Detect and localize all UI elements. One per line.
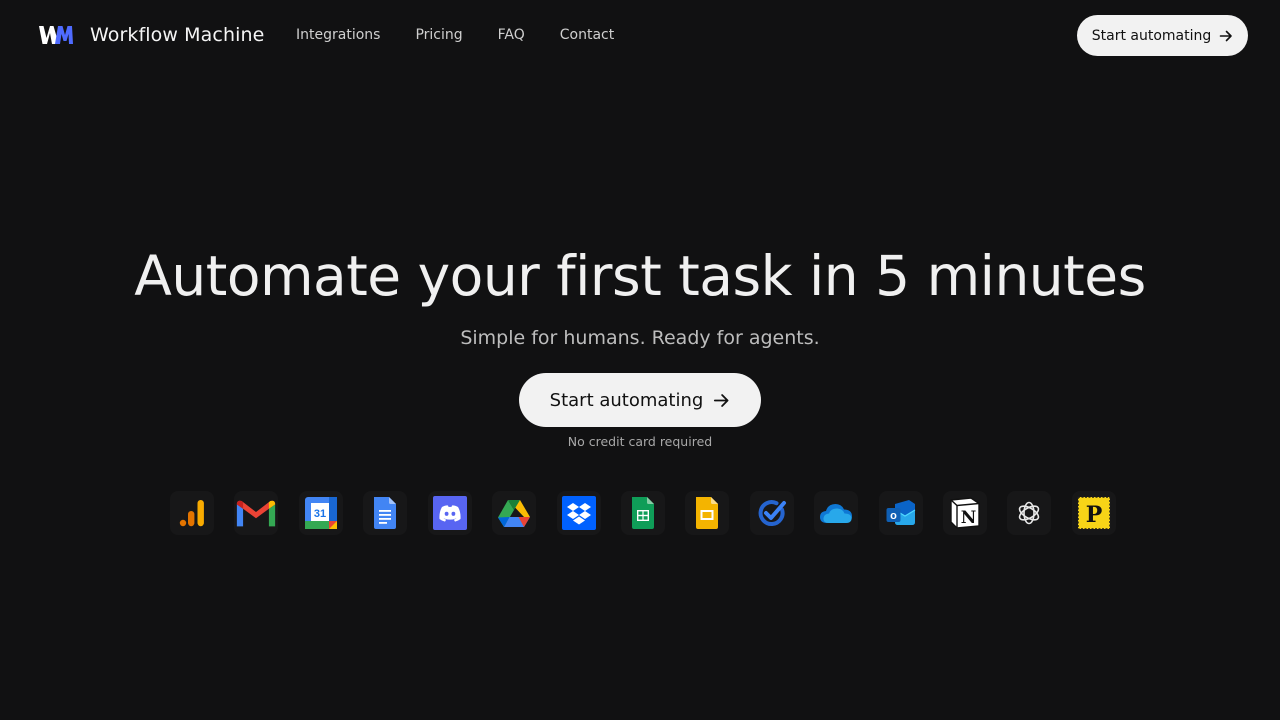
nav-link-faq[interactable]: FAQ (498, 27, 525, 43)
onedrive-icon (820, 504, 853, 523)
integration-product-hunt: P (1071, 491, 1116, 535)
integration-discord (427, 491, 472, 535)
integrations-row: 31 o N P (170, 491, 1116, 535)
integration-google-calendar: 31 (298, 491, 343, 535)
product-hunt-icon: P (1077, 496, 1111, 530)
integration-google-docs (363, 491, 408, 535)
hero-subtitle: Simple for humans. Ready for agents. (460, 327, 820, 349)
hero-cta-label: Start automating (549, 389, 704, 411)
google-drive-icon (498, 500, 531, 527)
hero-section: Automate your first task in 5 minutes Si… (0, 240, 1280, 449)
notion-icon: N (950, 497, 980, 529)
primary-nav: Integrations Pricing FAQ Contact (296, 27, 614, 43)
discord-icon (432, 496, 467, 530)
nav-start-automating-button[interactable]: Start automating (1077, 15, 1248, 56)
integration-google-analytics (170, 491, 214, 535)
calendar-day-label: 31 (314, 508, 326, 520)
no-credit-card-note: No credit card required (567, 434, 713, 449)
microsoft-todo-icon (758, 500, 786, 526)
integration-gmail (234, 491, 279, 535)
workflow-machine-logo-icon (39, 26, 73, 44)
integration-google-drive (492, 491, 537, 535)
top-navbar: Workflow Machine Integrations Pricing FA… (0, 0, 1280, 72)
nav-cta-label: Start automating (1091, 27, 1212, 44)
product-hunt-letter: P (1086, 502, 1103, 528)
brand-name: Workflow Machine (90, 24, 265, 46)
integration-google-slides (685, 491, 730, 535)
integration-google-sheets (620, 491, 665, 535)
nav-link-contact[interactable]: Contact (560, 27, 614, 43)
integration-openai (1007, 491, 1052, 535)
openai-icon (1019, 501, 1040, 525)
google-sheets-icon (631, 497, 654, 529)
google-calendar-icon: 31 (304, 497, 337, 529)
dropbox-icon (561, 496, 596, 530)
google-docs-icon (374, 497, 397, 529)
arrow-right-icon (1219, 30, 1233, 41)
nav-link-pricing[interactable]: Pricing (415, 27, 462, 43)
integration-notion: N (943, 491, 988, 535)
brand-home-link[interactable]: Workflow Machine (38, 22, 264, 48)
integration-microsoft-todo (749, 491, 794, 535)
outlook-letter: o (890, 510, 897, 522)
arrow-right-icon (714, 393, 729, 407)
hero-title: Automate your first task in 5 minutes (134, 244, 1146, 308)
nav-link-integrations[interactable]: Integrations (296, 27, 380, 43)
integration-dropbox (556, 491, 601, 535)
hero-start-automating-button[interactable]: Start automating (519, 373, 761, 427)
gmail-icon (237, 500, 276, 527)
outlook-icon: o (886, 500, 915, 525)
google-analytics-icon (179, 500, 204, 527)
integration-outlook: o (878, 491, 923, 535)
google-slides-icon (696, 497, 719, 529)
notion-letter: N (961, 508, 977, 528)
integration-onedrive (814, 491, 859, 535)
